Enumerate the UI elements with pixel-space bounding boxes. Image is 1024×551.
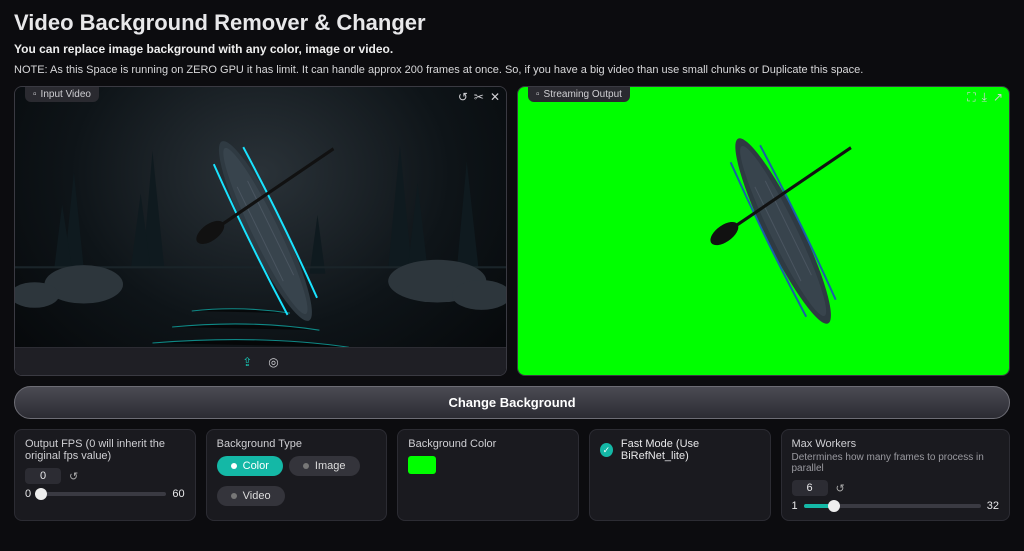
bg-type-panel: Background Type Color Image Video: [206, 429, 388, 521]
settings-row: Output FPS (0 will inherit the original …: [14, 429, 1010, 521]
fps-panel: Output FPS (0 will inherit the original …: [14, 429, 196, 521]
bg-type-color[interactable]: Color: [217, 456, 283, 476]
fast-mode-panel: ✓ Fast Mode (Use BiRefNet_lite): [589, 429, 771, 521]
fps-label: Output FPS (0 will inherit the original …: [25, 438, 185, 462]
share-icon[interactable]: ↗: [993, 91, 1003, 103]
upload-icon[interactable]: ⇪: [242, 355, 252, 369]
fps-slider[interactable]: [37, 492, 166, 496]
workers-slider[interactable]: [804, 504, 981, 508]
input-video-preview[interactable]: [15, 87, 506, 375]
output-video-box: ▫ Streaming Output ⛶ ⤓ ↗: [517, 86, 1010, 376]
workers-value[interactable]: 6: [792, 480, 828, 496]
close-icon[interactable]: ✕: [490, 91, 500, 103]
bg-color-label: Background Color: [408, 438, 568, 450]
change-background-button[interactable]: Change Background: [14, 386, 1010, 419]
workers-label: Max Workers: [792, 438, 1000, 450]
reset-icon[interactable]: ↺: [69, 470, 78, 483]
download-icon[interactable]: ⤓: [982, 91, 987, 103]
undo-icon[interactable]: ↺: [458, 91, 468, 103]
camera-icon[interactable]: ◎: [268, 355, 278, 369]
webcam-icon: ▫: [33, 89, 37, 100]
fullscreen-icon[interactable]: ⛶: [967, 91, 975, 103]
bg-type-image[interactable]: Image: [289, 456, 360, 476]
page-note: NOTE: As this Space is running on ZERO G…: [14, 64, 1010, 76]
cut-icon[interactable]: ✂: [474, 91, 484, 103]
image-icon: ▫: [536, 89, 540, 100]
input-video-label: ▫ Input Video: [25, 87, 99, 102]
workers-min: 1: [792, 500, 798, 512]
reset-icon[interactable]: ↺: [836, 482, 845, 495]
page-title: Video Background Remover & Changer: [14, 10, 1010, 36]
bg-color-panel: Background Color: [397, 429, 579, 521]
page-subtitle: You can replace image background with an…: [14, 42, 1010, 56]
bg-color-swatch[interactable]: [408, 456, 436, 474]
fast-mode-label: Fast Mode (Use BiRefNet_lite): [621, 438, 760, 462]
bg-type-label: Background Type: [217, 438, 377, 450]
fps-value[interactable]: 0: [25, 468, 61, 484]
workers-panel: Max Workers Determines how many frames t…: [781, 429, 1011, 521]
fps-min: 0: [25, 488, 31, 500]
video-row: ▫ Input Video ↺ ✂ ✕: [14, 86, 1010, 376]
fast-mode-checkbox[interactable]: ✓: [600, 443, 613, 457]
workers-max: 32: [987, 500, 999, 512]
output-video-preview[interactable]: [518, 87, 1009, 375]
workers-desc: Determines how many frames to process in…: [792, 452, 1000, 474]
output-video-label: ▫ Streaming Output: [528, 87, 630, 102]
fps-max: 60: [172, 488, 184, 500]
input-video-box: ▫ Input Video ↺ ✂ ✕: [14, 86, 507, 376]
bg-type-video[interactable]: Video: [217, 486, 285, 506]
